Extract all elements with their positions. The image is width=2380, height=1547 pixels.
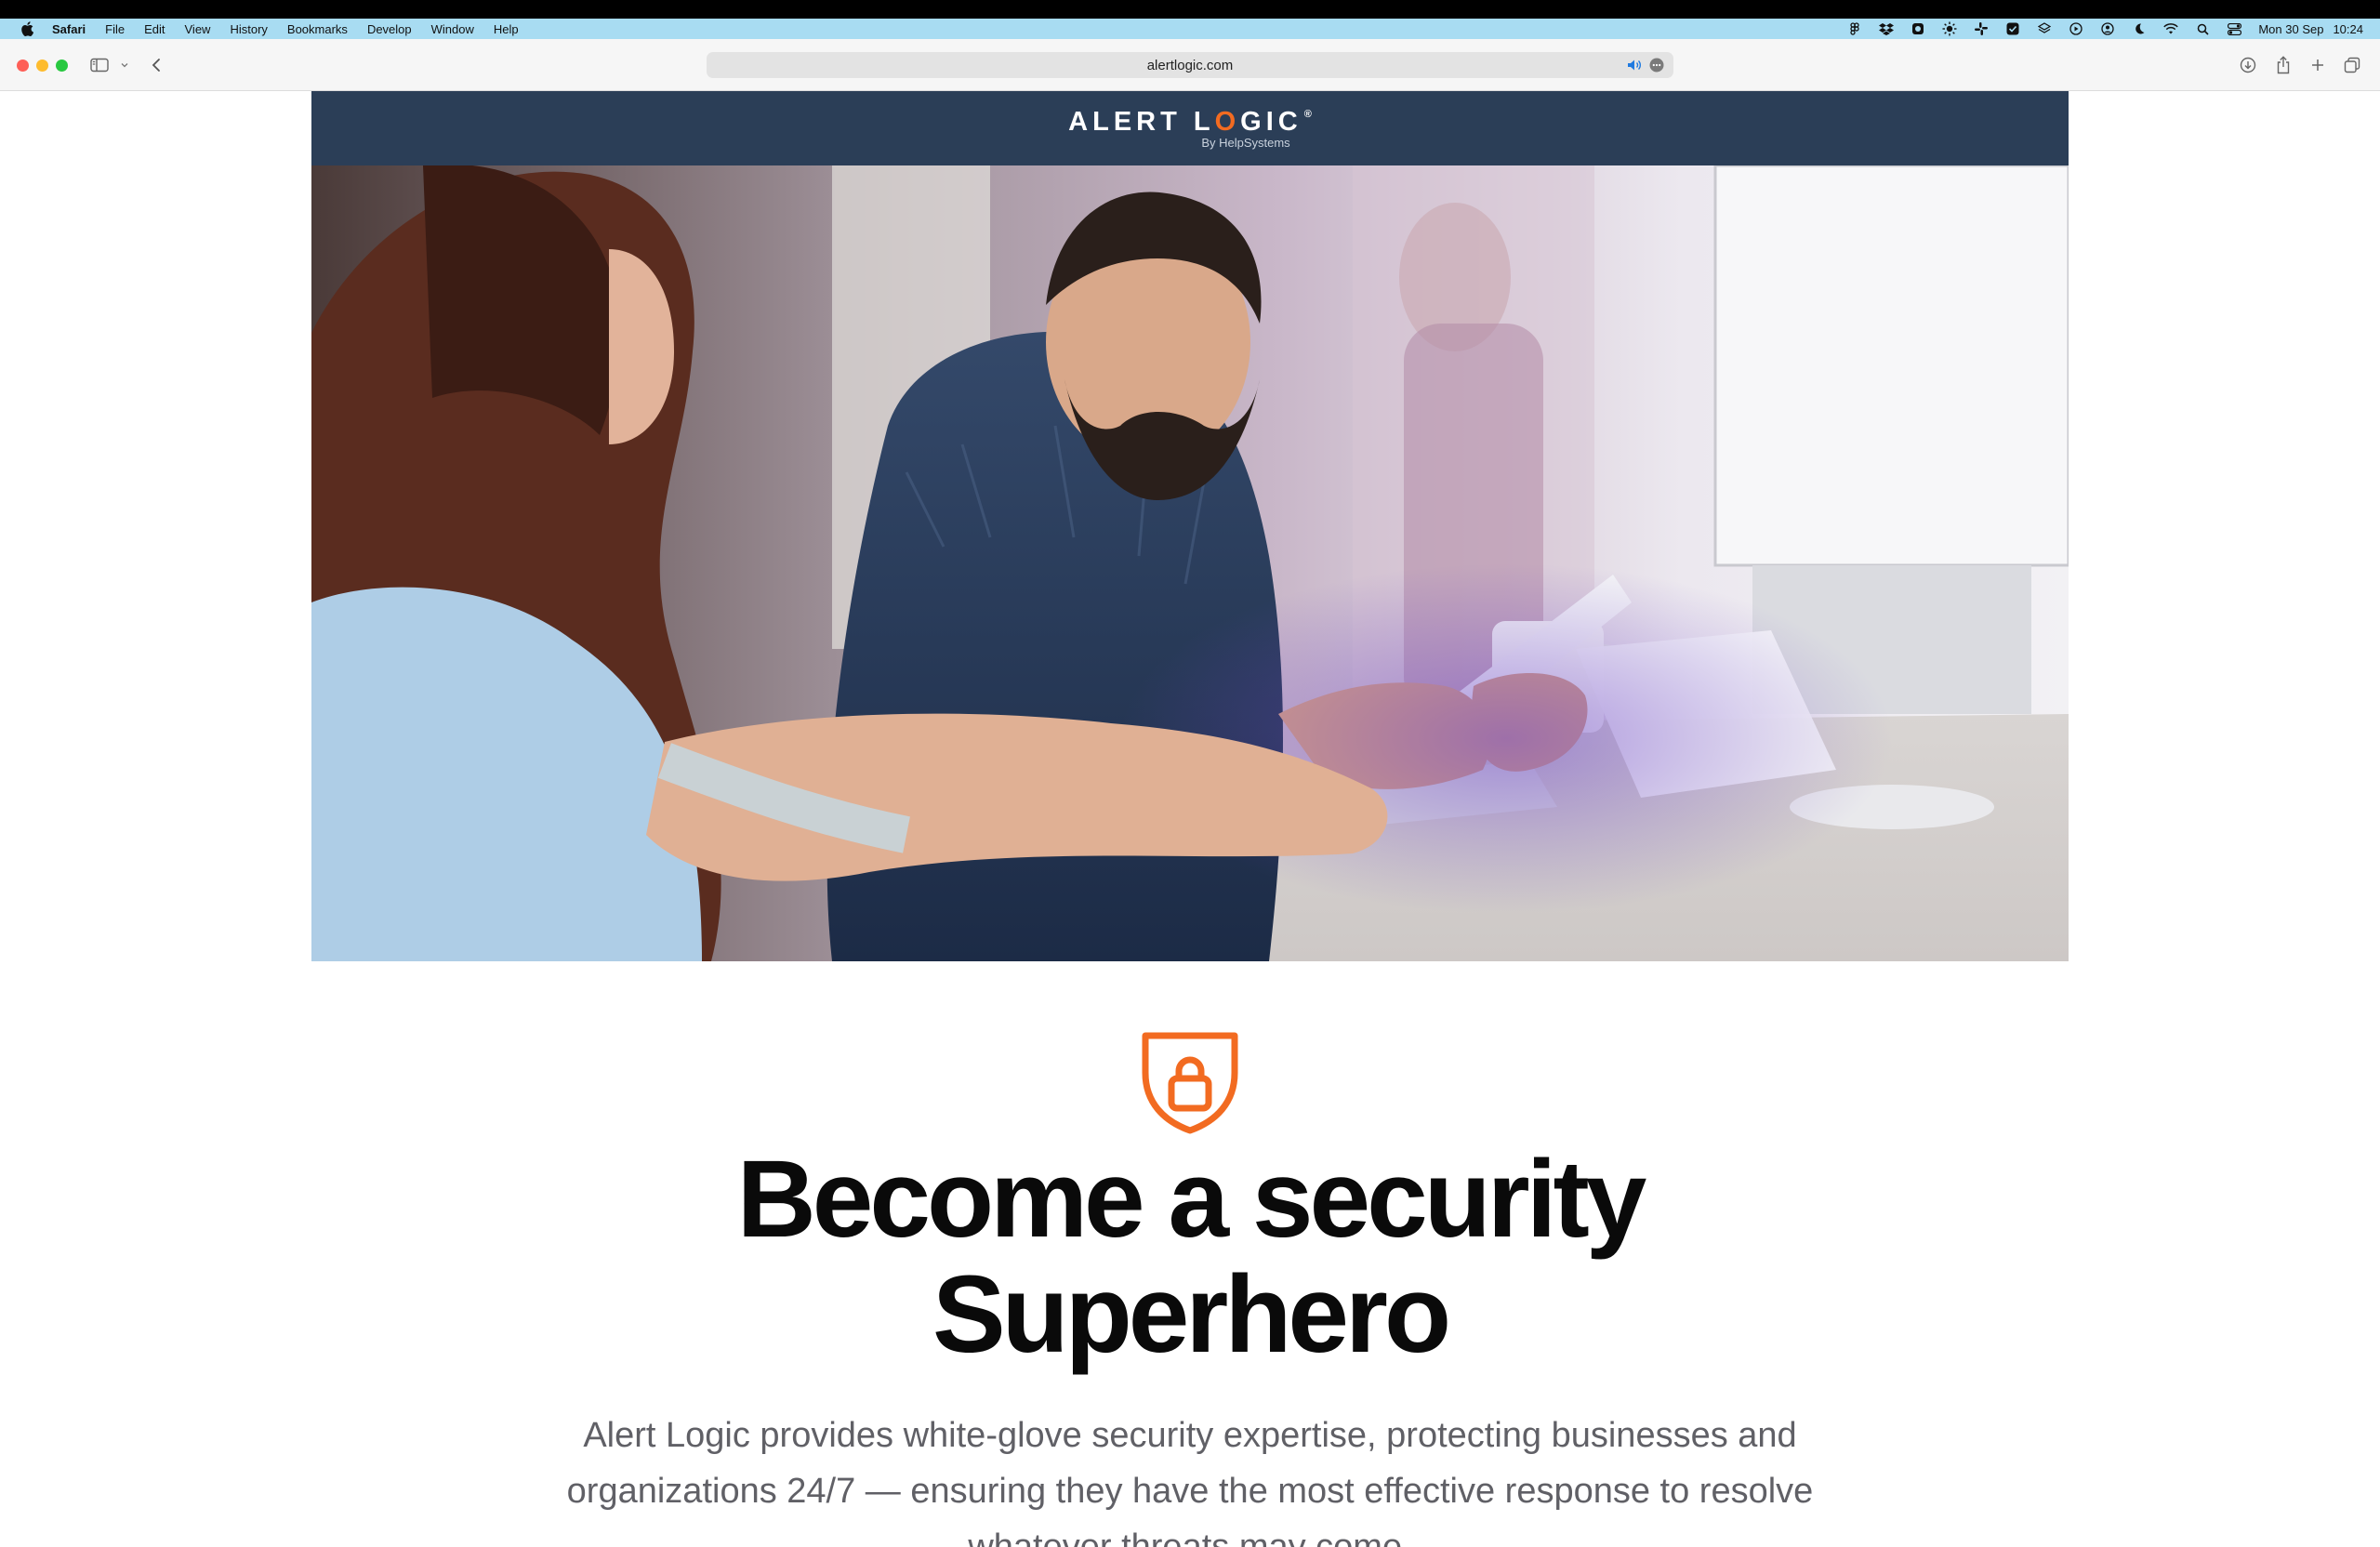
safari-toolbar: alertlogic.com: [0, 39, 2380, 91]
user-status-icon[interactable]: [2100, 21, 2115, 36]
headline-line-2: Superhero: [932, 1253, 1451, 1376]
share-button[interactable]: [2274, 54, 2293, 76]
logo-registered-mark: ®: [1303, 109, 1312, 120]
menu-help[interactable]: Help: [494, 22, 519, 36]
chevron-left-icon: [152, 59, 160, 72]
slack-status-icon[interactable]: [1974, 21, 1989, 36]
dropbox-status-icon[interactable]: [1879, 21, 1895, 36]
address-bar-url: alertlogic.com: [1146, 57, 1234, 73]
focus-moon-status-icon[interactable]: [2132, 21, 2147, 36]
page-content: ALERT L O GIC ® By HelpSystems Become a …: [0, 91, 2380, 1547]
share-icon: [2277, 56, 2290, 74]
sidebar-icon: [90, 58, 109, 73]
headline-line-1: Become a security: [736, 1138, 1647, 1261]
tab-groups-chevron-button[interactable]: [119, 54, 130, 76]
office-colleagues-photo: [311, 165, 2069, 961]
zoom-window-button[interactable]: [56, 60, 68, 72]
menu-window[interactable]: Window: [431, 22, 474, 36]
downloads-button[interactable]: [2239, 54, 2257, 76]
menu-bookmarks[interactable]: Bookmarks: [287, 22, 348, 36]
back-button[interactable]: [149, 54, 164, 76]
logo-text-end: GIC: [1240, 107, 1302, 137]
sidebar-toggle-button[interactable]: [89, 54, 110, 76]
menu-history[interactable]: History: [230, 22, 267, 36]
alert-logic-logo[interactable]: ALERT L O GIC ®: [1068, 107, 1312, 138]
brand-header: ALERT L O GIC ® By HelpSystems: [311, 91, 2069, 165]
menu-file[interactable]: File: [105, 22, 125, 36]
chevron-down-icon: [121, 63, 128, 68]
page-title: Become a security Superhero: [0, 1142, 2380, 1372]
layers-status-icon[interactable]: [2037, 21, 2052, 36]
page-menu-icon[interactable]: [1649, 58, 1664, 73]
figma-status-icon[interactable]: [1847, 21, 1862, 36]
wifi-status-icon[interactable]: [2163, 21, 2179, 36]
menubar-clock[interactable]: Mon 30 Sep 10:24: [2258, 22, 2363, 36]
minimize-window-button[interactable]: [36, 60, 48, 72]
tab-overview-button[interactable]: [2343, 54, 2361, 76]
screen-top-edge: [0, 0, 2380, 19]
logo-tagline: By HelpSystems: [1201, 136, 1290, 150]
brightness-status-icon[interactable]: [1942, 21, 1957, 36]
close-window-button[interactable]: [17, 60, 29, 72]
shield-lock-icon: [1142, 1032, 1238, 1134]
menu-develop[interactable]: Develop: [367, 22, 412, 36]
audio-playing-icon[interactable]: [1627, 59, 1642, 72]
window-controls: [17, 60, 68, 72]
logo-text-accent: O: [1214, 107, 1241, 137]
plus-icon: [2312, 60, 2323, 71]
play-status-icon[interactable]: [2069, 21, 2083, 36]
new-tab-button[interactable]: [2309, 54, 2326, 76]
macos-menubar: Safari File Edit View History Bookmarks …: [0, 19, 2380, 39]
tab-overview-icon: [2344, 57, 2360, 73]
clock-date: Mon 30 Sep: [2258, 21, 2324, 36]
menu-view[interactable]: View: [185, 22, 211, 36]
logo-text-start: ALERT L: [1068, 107, 1215, 137]
app-status-icon[interactable]: [1911, 21, 1925, 36]
menu-app-safari[interactable]: Safari: [52, 22, 86, 36]
clock-time: 10:24: [2333, 21, 2363, 36]
apple-menu-icon[interactable]: [19, 20, 35, 37]
checkmark-app-status-icon[interactable]: [2005, 21, 2020, 36]
menu-edit[interactable]: Edit: [144, 22, 165, 36]
download-icon: [2240, 57, 2256, 73]
intro-paragraph: Alert Logic provides white-glove securit…: [566, 1416, 1814, 1547]
control-center-icon[interactable]: [2227, 21, 2241, 36]
spotlight-search-icon[interactable]: [2195, 21, 2210, 36]
hero-image: [311, 165, 2069, 961]
address-bar[interactable]: alertlogic.com: [707, 52, 1673, 78]
